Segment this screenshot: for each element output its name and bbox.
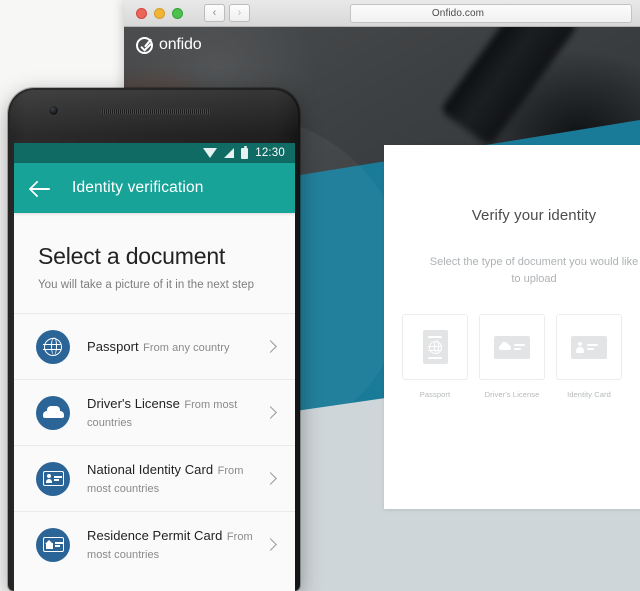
- list-item-title: National Identity Card: [87, 461, 214, 477]
- verify-identity-card: Verify your identity Select the type of …: [384, 145, 640, 509]
- list-item-title: Passport: [87, 338, 139, 354]
- drivers-license-tile-caption: Driver's License: [484, 390, 540, 399]
- drivers-license-card-icon: [494, 335, 530, 359]
- identity-card-tile-caption: Identity Card: [567, 390, 611, 399]
- onfido-logo[interactable]: onfido: [136, 36, 202, 54]
- phone-front-camera: [48, 105, 59, 116]
- battery-icon: [241, 145, 249, 159]
- list-item-drivers-license[interactable]: Driver's License From most countries: [14, 379, 295, 445]
- residence-permit-card-avatar: [36, 527, 70, 562]
- address-bar[interactable]: Onfido.com: [350, 4, 632, 23]
- list-item-national-identity-card[interactable]: National Identity Card From most countri…: [14, 445, 295, 511]
- android-phone-device: 12:30 Identity verification Select a doc…: [8, 88, 300, 591]
- browser-titlebar: ‹ › Onfido.com: [124, 0, 640, 27]
- document-option-drivers-license[interactable]: Driver's License: [479, 314, 545, 399]
- identity-card-tile[interactable]: [556, 314, 622, 380]
- id-card-icon: [42, 471, 64, 486]
- window-controls[interactable]: [136, 7, 183, 19]
- globe-icon: [43, 336, 62, 356]
- verify-card-subtitle: Select the type of document you would li…: [429, 256, 639, 285]
- site-header: onfido: [124, 27, 640, 63]
- home-card-icon: [42, 537, 64, 552]
- address-bar-url: Onfido.com: [431, 8, 485, 19]
- list-item-text: Driver's License From most countries: [87, 395, 266, 431]
- screenshot-stage: ‹ › Onfido.com onfido Verify your identi…: [0, 0, 640, 591]
- close-window-button[interactable]: [136, 7, 147, 19]
- phone-screen: 12:30 Identity verification Select a doc…: [14, 143, 295, 591]
- signal-icon: [224, 148, 235, 158]
- status-bar-clock: 12:30: [255, 147, 285, 159]
- verify-card-title: Verify your identity: [471, 207, 597, 224]
- national-identity-card-avatar: [36, 461, 70, 496]
- app-bar: Identity verification: [14, 163, 295, 213]
- document-option-passport[interactable]: Passport: [402, 314, 468, 399]
- identity-card-icon: [571, 335, 607, 359]
- list-item-title: Residence Permit Card: [87, 527, 223, 543]
- drivers-license-tile[interactable]: [479, 314, 545, 380]
- passport-avatar: [36, 329, 70, 364]
- chevron-right-icon[interactable]: [264, 538, 277, 551]
- maximize-window-button[interactable]: [172, 7, 183, 19]
- app-bar-title: Identity verification: [72, 179, 204, 196]
- android-status-bar: 12:30: [14, 143, 295, 163]
- back-button[interactable]: ‹: [204, 4, 225, 22]
- list-item-residence-permit-card[interactable]: Residence Permit Card From most countrie…: [14, 511, 295, 577]
- list-item-passport[interactable]: Passport From any country: [14, 313, 295, 379]
- chevron-right-icon[interactable]: [264, 340, 277, 353]
- passport-tile-caption: Passport: [419, 390, 451, 399]
- page-title: Select a document: [38, 243, 226, 269]
- wifi-icon: [203, 148, 218, 158]
- document-option-identity-card[interactable]: Identity Card: [556, 314, 622, 399]
- list-item-text: National Identity Card From most countri…: [87, 461, 266, 497]
- drivers-license-avatar: [36, 395, 70, 430]
- phone-earpiece-speaker: [100, 108, 212, 115]
- list-item-title: Driver's License: [87, 395, 180, 411]
- back-arrow-icon[interactable]: [30, 177, 52, 199]
- chevron-right-icon[interactable]: [264, 472, 277, 485]
- navigation-buttons[interactable]: ‹ ›: [204, 4, 250, 22]
- check-circle-icon: [136, 36, 153, 54]
- car-icon: [42, 406, 64, 419]
- page-subtitle: You will take a picture of it in the nex…: [38, 279, 255, 291]
- chevron-right-icon[interactable]: [264, 406, 277, 419]
- passport-tile[interactable]: [402, 314, 468, 380]
- document-type-options: Passport Driver's License Identity Card: [384, 314, 640, 399]
- screen-heading-block: Select a document You will take a pictur…: [14, 213, 295, 313]
- list-item-text: Residence Permit Card From most countrie…: [87, 527, 266, 563]
- list-item-text: Passport From any country: [87, 338, 266, 356]
- forward-button[interactable]: ›: [229, 4, 250, 22]
- screen-body: Select a document You will take a pictur…: [14, 213, 295, 591]
- minimize-window-button[interactable]: [154, 7, 165, 19]
- passport-booklet-icon: [422, 330, 448, 364]
- onfido-wordmark: onfido: [159, 36, 202, 53]
- list-item-subtitle: From any country: [143, 341, 230, 354]
